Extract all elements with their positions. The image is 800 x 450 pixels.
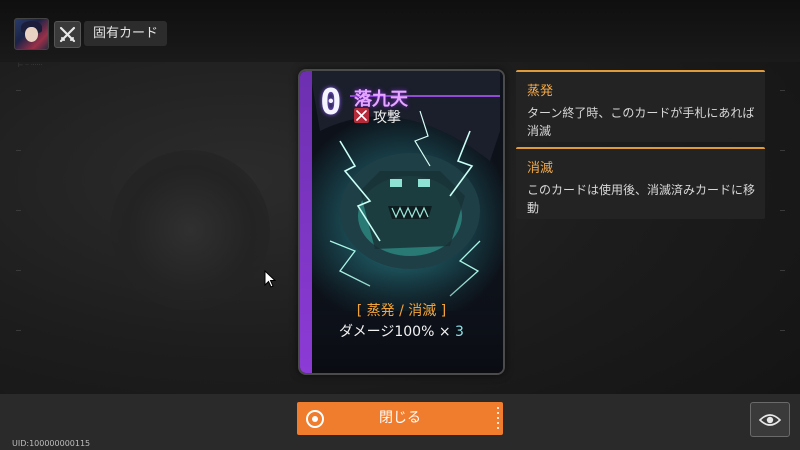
close-button[interactable]: 閉じる — [297, 402, 503, 435]
blurred-background — [110, 150, 270, 310]
card-keywords: [ 蒸発 / 消滅 ] — [356, 303, 447, 319]
keyword-tooltip: 蒸発 ターン終了時、このカードが手札にあれば消滅 — [516, 70, 765, 142]
keyword-description: このカードは使用後、消滅済みカードに移動 — [527, 183, 756, 215]
frame-tick — [780, 270, 785, 271]
mouse-cursor-icon — [264, 269, 277, 292]
card-type: 攻撃 — [373, 110, 401, 126]
avatar[interactable] — [14, 18, 49, 50]
close-button-label: 閉じる — [379, 410, 421, 426]
frame-tick — [780, 210, 785, 211]
frame-decoration: ⊢ ·· ······ — [18, 62, 43, 69]
frame-tick — [16, 330, 21, 331]
card-effect: ダメージ100% × 3 — [300, 321, 503, 341]
card-detail-screen: 固有カード ⊢ ·· ······ 0 落九天 攻撃 [蒸発 / 消滅] ダ… — [0, 0, 800, 450]
frame-tick — [780, 90, 785, 91]
crossed-swords-icon — [354, 108, 369, 123]
effect-hit-count: 3 — [455, 324, 464, 340]
frame-tick — [16, 210, 21, 211]
user-id: UID:100000000115 — [12, 439, 91, 448]
crossed-swords-icon[interactable] — [54, 21, 81, 48]
tab-unique-cards[interactable]: 固有カード — [84, 21, 168, 46]
frame-tick — [16, 90, 21, 91]
frame-tick — [16, 150, 21, 151]
top-bar: 固有カード — [0, 0, 800, 62]
skill-card[interactable]: 0 落九天 攻撃 [ 蒸発 / 消滅 ] ダメージ100% × 3 — [298, 69, 505, 375]
frame-tick — [780, 330, 785, 331]
avatar-face — [25, 27, 38, 42]
eye-icon[interactable] — [750, 402, 790, 437]
button-dots-decoration — [497, 407, 499, 430]
effect-text: ダメージ100% × — [339, 324, 456, 340]
frame-tick — [780, 150, 785, 151]
keyword-title: 消滅 — [527, 161, 554, 176]
keyword-title: 蒸発 — [527, 84, 554, 99]
keyword-description: ターン終了時、このカードが手札にあれば消滅 — [527, 106, 755, 138]
keyword-tooltip: 消滅 このカードは使用後、消滅済みカードに移動 — [516, 147, 765, 219]
frame-tick — [16, 270, 21, 271]
card-cost: 0 — [320, 82, 342, 123]
